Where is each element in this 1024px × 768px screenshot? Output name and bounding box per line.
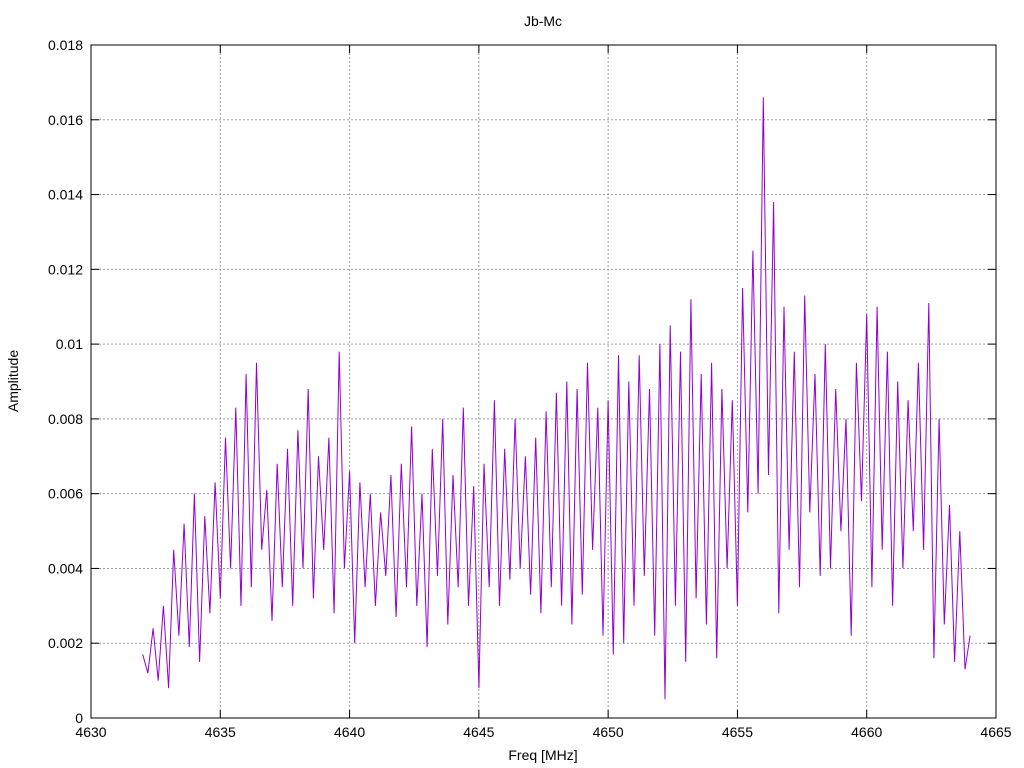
y-tick-label: 0.002 bbox=[48, 635, 83, 651]
x-tick-label: 4665 bbox=[980, 724, 1011, 740]
y-tick-label: 0.014 bbox=[48, 187, 83, 203]
y-tick-label: 0.006 bbox=[48, 486, 83, 502]
x-tick-label: 4635 bbox=[205, 724, 236, 740]
y-tick-label: 0.008 bbox=[48, 411, 83, 427]
y-tick-label: 0 bbox=[75, 710, 83, 726]
y-tick-label: 0.004 bbox=[48, 560, 83, 576]
chart: 4630 4635 4640 4645 4650 4655 4660 4665 0 0.002 0.… bbox=[5, 13, 1012, 763]
series-line bbox=[142, 97, 971, 700]
grid bbox=[91, 45, 996, 718]
x-tick-label: 4655 bbox=[722, 724, 753, 740]
x-tick-label: 4630 bbox=[75, 724, 106, 740]
chart-title: Jb-Mc bbox=[524, 13, 562, 29]
y-tick-label: 0.012 bbox=[48, 261, 83, 277]
x-tick-label: 4645 bbox=[463, 724, 494, 740]
series bbox=[142, 97, 971, 700]
x-tick-label: 4660 bbox=[851, 724, 882, 740]
y-tick-label: 0.01 bbox=[56, 336, 83, 352]
x-tick-label: 4650 bbox=[593, 724, 624, 740]
x-tick-label: 4640 bbox=[334, 724, 365, 740]
y-tick-label: 0.018 bbox=[48, 37, 83, 53]
y-axis-label: Amplitude bbox=[5, 350, 21, 412]
y-tick-label: 0.016 bbox=[48, 112, 83, 128]
plot-border bbox=[90, 44, 997, 719]
x-axis-label: Freq [MHz] bbox=[508, 747, 577, 763]
